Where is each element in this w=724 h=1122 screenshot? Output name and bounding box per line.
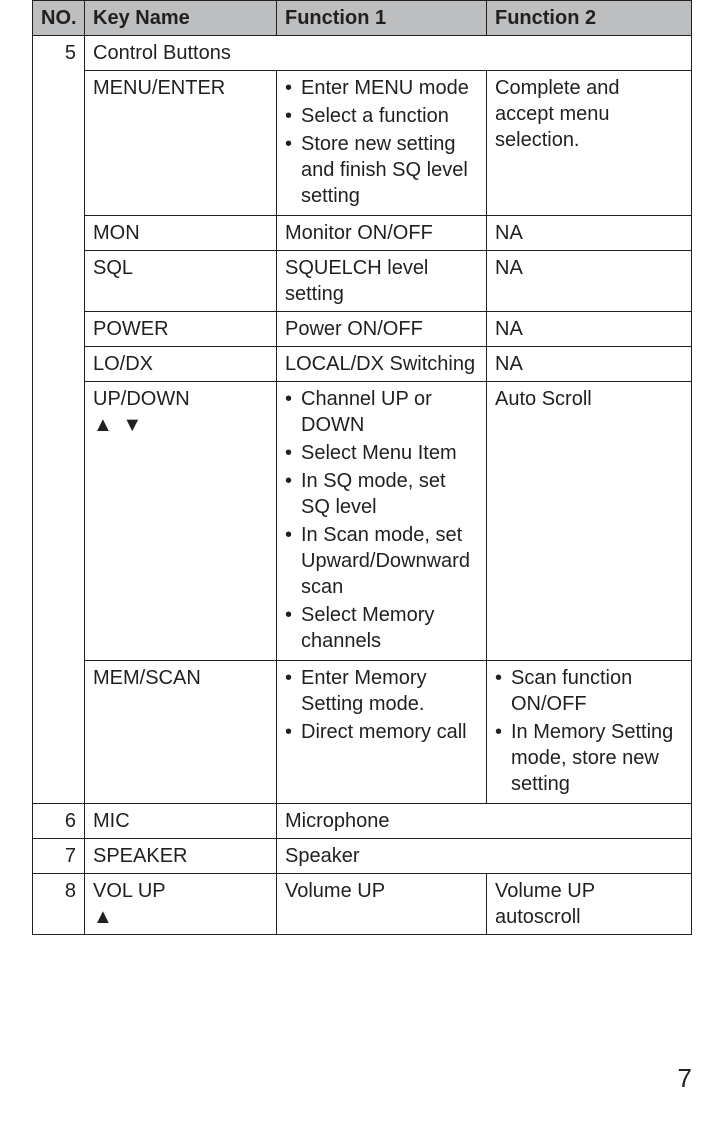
row-lodx: LO/DX LOCAL/DX Switching NA [33, 347, 692, 382]
f2-mon: NA [487, 216, 692, 251]
row-8-key: VOL UP ▲ [85, 874, 277, 935]
row-8-f1: Volume UP [277, 874, 487, 935]
row-7: 7 SPEAKER Speaker [33, 839, 692, 874]
f2-memscan: Scan function ON/OFF In Memory Setting m… [487, 661, 692, 804]
key-sql: SQL [85, 251, 277, 312]
row-mon: MON Monitor ON/OFF NA [33, 216, 692, 251]
key-mon: MON [85, 216, 277, 251]
row-menu-enter: MENU/ENTER Enter MENU mode Select a func… [33, 71, 692, 216]
list-item: Scan function ON/OFF [495, 665, 683, 717]
list-item: Select Memory channels [285, 602, 478, 654]
row-5-title: 5 Control Buttons [33, 36, 692, 71]
function-table: NO. Key Name Function 1 Function 2 5 Con… [32, 0, 692, 935]
up-arrow-icon: ▲ [93, 906, 115, 928]
f1-sql: SQUELCH level setting [277, 251, 487, 312]
page-number: 7 [678, 1063, 692, 1094]
row-power: POWER Power ON/OFF NA [33, 312, 692, 347]
row-6-desc: Microphone [277, 804, 692, 839]
row-8-no: 8 [33, 874, 85, 935]
list-item: Select a function [285, 103, 478, 129]
f1-updown: Channel UP or DOWN Select Menu Item In S… [277, 382, 487, 661]
f2-updown: Auto Scroll [487, 382, 692, 661]
row-7-desc: Speaker [277, 839, 692, 874]
up-down-arrows-icon: ▲ ▼ [93, 414, 144, 436]
key-lodx: LO/DX [85, 347, 277, 382]
row-6: 6 MIC Microphone [33, 804, 692, 839]
row-8-f2: Volume UP autoscroll [487, 874, 692, 935]
key-updown-text: UP/DOWN [93, 388, 190, 410]
row-7-key: SPEAKER [85, 839, 277, 874]
list-item: Enter MENU mode [285, 75, 478, 101]
header-key: Key Name [85, 1, 277, 36]
row-memscan: MEM/SCAN Enter Memory Setting mode. Dire… [33, 661, 692, 804]
list-item: In Memory Setting mode, store new settin… [495, 719, 683, 797]
list-item: Store new setting and finish SQ level se… [285, 131, 478, 209]
row-5-group-title: Control Buttons [85, 36, 692, 71]
row-5-no: 5 [33, 36, 85, 804]
key-updown: UP/DOWN ▲ ▼ [85, 382, 277, 661]
f1-power: Power ON/OFF [277, 312, 487, 347]
f1-lodx: LOCAL/DX Switching [277, 347, 487, 382]
f2-sql: NA [487, 251, 692, 312]
list-item: Select Menu Item [285, 440, 478, 466]
table-header-row: NO. Key Name Function 1 Function 2 [33, 1, 692, 36]
header-f1: Function 1 [277, 1, 487, 36]
f2-menu-enter: Complete and accept menu selection. [487, 71, 692, 216]
row-8: 8 VOL UP ▲ Volume UP Volume UP autoscrol… [33, 874, 692, 935]
f2-power: NA [487, 312, 692, 347]
f1-memscan: Enter Memory Setting mode. Direct memory… [277, 661, 487, 804]
row-updown: UP/DOWN ▲ ▼ Channel UP or DOWN Select Me… [33, 382, 692, 661]
list-item: In Scan mode, set Upward/Downward scan [285, 522, 478, 600]
list-item: Enter Memory Setting mode. [285, 665, 478, 717]
list-item: Channel UP or DOWN [285, 386, 478, 438]
list-item: Direct memory call [285, 719, 478, 745]
key-menu-enter: MENU/ENTER [85, 71, 277, 216]
f1-mon: Monitor ON/OFF [277, 216, 487, 251]
f2-lodx: NA [487, 347, 692, 382]
key-power: POWER [85, 312, 277, 347]
row-6-key: MIC [85, 804, 277, 839]
row-6-no: 6 [33, 804, 85, 839]
row-sql: SQL SQUELCH level setting NA [33, 251, 692, 312]
row-7-no: 7 [33, 839, 85, 874]
page-content: NO. Key Name Function 1 Function 2 5 Con… [0, 0, 724, 935]
list-item: In SQ mode, set SQ level [285, 468, 478, 520]
f1-menu-enter: Enter MENU mode Select a function Store … [277, 71, 487, 216]
header-no: NO. [33, 1, 85, 36]
header-f2: Function 2 [487, 1, 692, 36]
key-memscan: MEM/SCAN [85, 661, 277, 804]
row-8-key-text: VOL UP [93, 880, 166, 902]
